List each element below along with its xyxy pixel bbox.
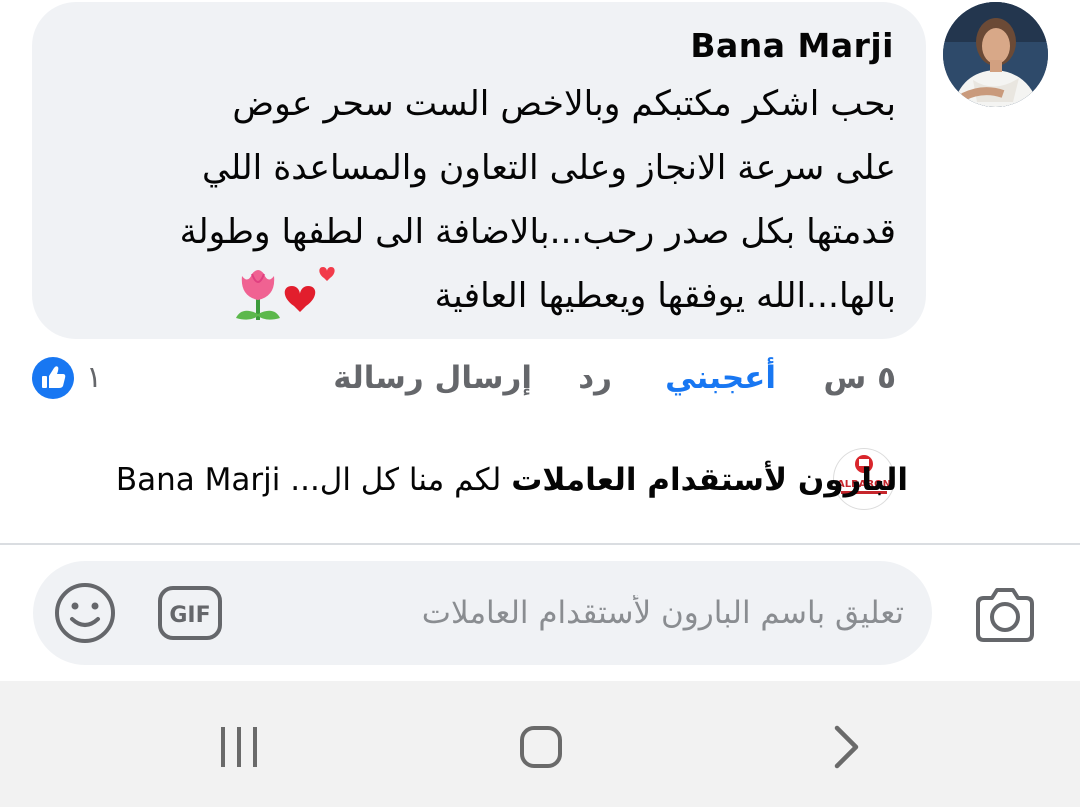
reply-mention[interactable]: Bana Marji [116, 462, 280, 498]
two-hearts-emoji [284, 267, 335, 312]
gif-label: GIF [169, 603, 210, 628]
comment-author[interactable]: Bana Marji [690, 26, 894, 66]
back-icon[interactable] [815, 715, 879, 779]
comment-text-line: بالها...الله يوفقها ويعطيها العافية [434, 276, 896, 316]
reply-snippet: لكم منا كل ال... [290, 462, 502, 498]
comment-text-line: قدمتها بكل صدر رحب...بالاضافة الى لطفها … [179, 212, 896, 252]
comment-text-line: على سرعة الانجاز وعلى التعاون والمساعدة … [201, 148, 896, 188]
reply-preview[interactable]: البارون لأستقدام العاملات لكم منا كل ال.… [116, 458, 908, 502]
separator [0, 543, 1080, 545]
like-button[interactable]: أعجبني [665, 356, 776, 400]
recent-apps-icon[interactable] [207, 715, 271, 779]
tulip-emoji [236, 270, 280, 320]
reply-page-name[interactable]: البارون لأستقدام العاملات [511, 462, 908, 498]
camera-icon[interactable] [970, 584, 1040, 646]
avatar-photo [943, 2, 1048, 107]
like-icon[interactable] [32, 357, 74, 399]
comment-time: ٥ س [823, 360, 897, 396]
reply-button[interactable]: رد [578, 356, 612, 400]
reaction-count[interactable]: ١ [86, 356, 102, 400]
comment-input[interactable] [260, 586, 904, 640]
emoji-group [236, 267, 335, 320]
gif-icon[interactable]: GIF [156, 584, 224, 642]
comment-text: بحب اشكر مكتبكم وبالاخص الست سحر عوض على… [76, 72, 896, 328]
comment-text-line: بحب اشكر مكتبكم وبالاخص الست سحر عوض [232, 84, 896, 124]
send-message-button[interactable]: إرسال رسالة [333, 356, 532, 400]
home-icon[interactable] [509, 715, 573, 779]
commenter-avatar[interactable] [943, 2, 1048, 107]
emoji-icon[interactable] [53, 581, 117, 645]
